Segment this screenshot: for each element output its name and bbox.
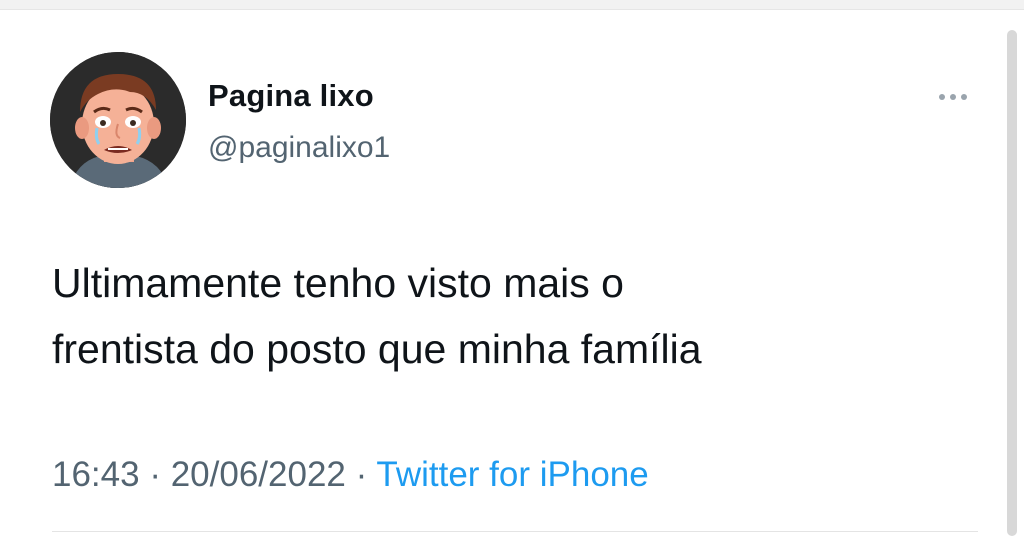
meta-separator: · [355,455,368,494]
ellipsis-icon [950,94,956,100]
scrollbar[interactable] [1007,30,1017,536]
tweet-time[interactable]: 16:43 [52,455,140,494]
crying-man-avatar-icon [50,52,186,188]
ellipsis-icon [939,94,945,100]
display-name[interactable]: Pagina lixo [208,78,374,114]
avatar[interactable] [50,52,186,188]
tweet-text-line: frentista do posto que minha família [52,326,702,372]
tweet-metadata: 16:43 · 20/06/2022 · Twitter for iPhone [52,455,649,495]
tweet-source-link[interactable]: Twitter for iPhone [376,455,648,494]
more-options-button[interactable] [928,84,978,110]
ellipsis-icon [961,94,967,100]
user-handle[interactable]: @paginalixo1 [208,131,390,165]
tweet-text-line: Ultimamente tenho visto mais o [52,260,624,306]
tweet-date[interactable]: 20/06/2022 [171,455,346,494]
bottom-divider [52,531,978,532]
meta-separator: · [149,455,161,494]
top-divider [0,0,1024,10]
tweet-text: Ultimamente tenho visto mais o frentista… [52,250,982,382]
